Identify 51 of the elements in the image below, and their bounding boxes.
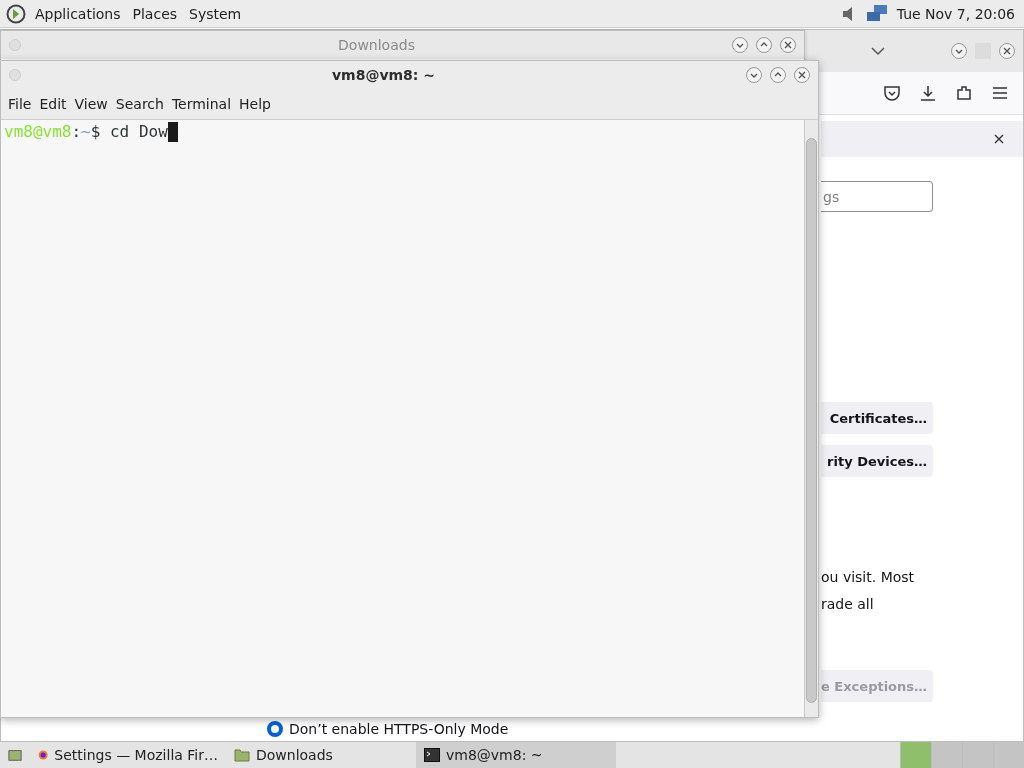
download-icon[interactable] <box>919 84 937 102</box>
panel-menu[interactable]: Applications <box>32 3 124 24</box>
settings-button[interactable]: rity Devices… <box>821 445 933 477</box>
window-title: vm8@vm8: ~ <box>330 67 437 83</box>
text-cursor <box>167 122 178 142</box>
workspace-switcher[interactable] <box>962 742 993 768</box>
terminal-icon <box>424 748 440 762</box>
maximize-button[interactable] <box>770 67 786 83</box>
scrollbar[interactable] <box>804 120 818 717</box>
menu-item[interactable]: Terminal <box>168 94 235 114</box>
menu-item[interactable]: File <box>5 94 35 114</box>
puzzle-icon[interactable] <box>955 84 973 102</box>
taskbar-button[interactable]: vm8@vm8: ~ <box>416 742 616 768</box>
window-title: Downloads <box>337 37 416 53</box>
menu-item[interactable]: View <box>71 94 111 114</box>
close-icon <box>782 39 794 51</box>
close-button[interactable] <box>999 43 1015 59</box>
minimize-button[interactable] <box>951 43 967 59</box>
folder-icon <box>234 748 250 762</box>
maximize-button[interactable] <box>756 37 772 53</box>
taskbar-button[interactable]: Settings — Mozilla Fir… <box>30 742 226 768</box>
pocket-icon[interactable] <box>883 84 901 102</box>
desktop-icon[interactable] <box>8 747 22 763</box>
close-button[interactable] <box>794 67 810 83</box>
close-icon[interactable] <box>993 133 1005 145</box>
settings-button[interactable]: Certificates… <box>821 402 933 434</box>
menu-item[interactable]: Search <box>112 94 167 114</box>
menu-item[interactable]: Help <box>236 94 274 114</box>
panel-menu[interactable]: System <box>186 3 245 24</box>
workspace-switcher[interactable] <box>931 742 962 768</box>
close-icon <box>796 69 808 81</box>
panel-menu[interactable]: Places <box>129 3 181 24</box>
taskbar-button[interactable]: Downloads <box>226 742 416 768</box>
search-field[interactable]: gs <box>821 181 933 212</box>
description-text: ou visit. Most <box>821 568 916 587</box>
logo-icon[interactable] <box>6 3 26 24</box>
network-icon[interactable] <box>865 3 888 24</box>
terminal-line: vm8@vm8:~$ cd Dow <box>4 122 168 141</box>
workspace-switcher[interactable] <box>900 742 931 768</box>
clock[interactable]: Tue Nov 7, 20:06 <box>893 3 1018 24</box>
minimize-button[interactable] <box>732 37 748 53</box>
menu-item[interactable]: Edit <box>36 94 70 114</box>
description-text: rade all <box>821 595 875 614</box>
radio-button[interactable] <box>267 721 283 737</box>
minimize-button[interactable] <box>746 67 762 83</box>
workspace-switcher[interactable] <box>993 742 1024 768</box>
radio-label[interactable]: Don’t enable HTTPS-Only Mode <box>289 721 509 737</box>
close-icon <box>1001 45 1013 57</box>
chevron-down-icon[interactable] <box>871 46 885 56</box>
close-button[interactable] <box>780 37 796 53</box>
menu-icon[interactable] <box>991 84 1009 102</box>
